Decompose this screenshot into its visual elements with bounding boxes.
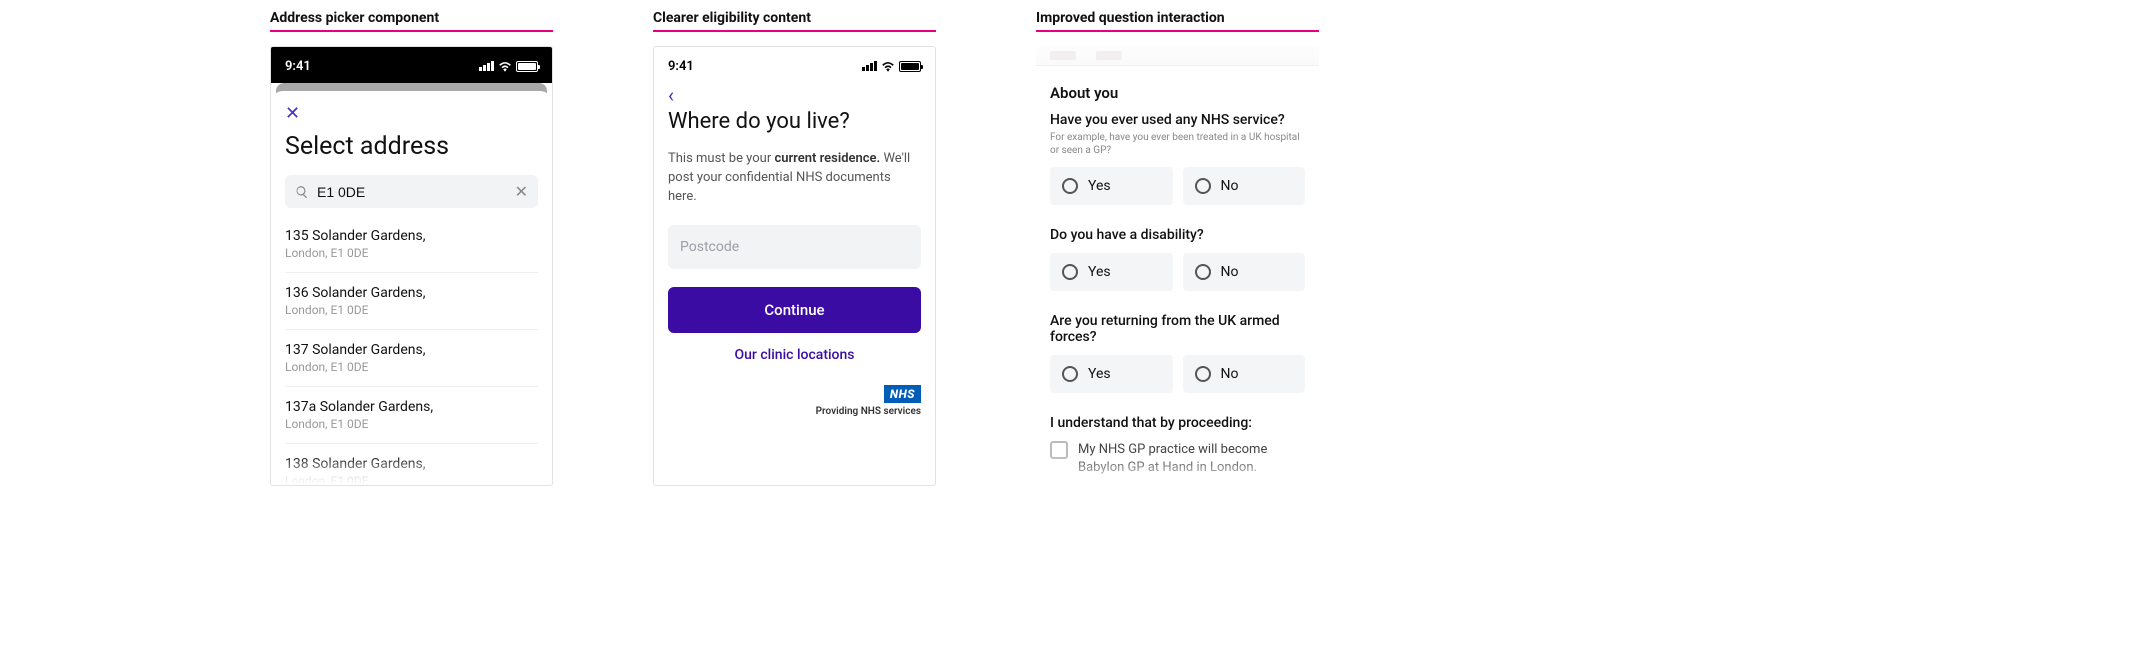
status-time: 9:41: [668, 59, 694, 74]
column-title-2: Clearer eligibility content: [653, 10, 936, 32]
radio-no[interactable]: No: [1183, 167, 1306, 205]
list-item[interactable]: 138 Solander Gardens, London, E1 0DE: [285, 444, 538, 486]
nhs-tagline: Providing NHS services: [668, 406, 921, 417]
radio-label: Yes: [1088, 264, 1111, 280]
wifi-icon: [881, 61, 895, 72]
radio-label: No: [1221, 366, 1239, 382]
radio-no[interactable]: No: [1183, 253, 1306, 291]
status-time: 9:41: [285, 59, 311, 74]
battery-icon: [899, 61, 921, 72]
help-text: This must be your current residence. We'…: [668, 150, 921, 207]
back-icon[interactable]: ‹: [668, 77, 674, 109]
section-heading: About you: [1050, 84, 1305, 102]
column-title-1: Address picker component: [270, 10, 553, 32]
status-bar: 9:41: [271, 47, 552, 77]
footer-text: Official GP address: 123 Lillie Road, Lo…: [1050, 484, 1305, 486]
address-line2: London, E1 0DE: [285, 417, 538, 431]
checkbox[interactable]: [1050, 441, 1068, 459]
address-line1: 135 Solander Gardens,: [285, 228, 538, 244]
radio-icon: [1195, 366, 1211, 382]
radio-no[interactable]: No: [1183, 355, 1306, 393]
address-line1: 137a Solander Gardens,: [285, 399, 538, 415]
phone-mock-2: 9:41 ‹ Where do you live? This must be y…: [653, 46, 936, 486]
address-list: 135 Solander Gardens, London, E1 0DE 136…: [285, 216, 538, 486]
search-input[interactable]: [317, 184, 507, 200]
question-2: Do you have a disability?: [1050, 227, 1305, 243]
status-icons: [862, 61, 921, 72]
header-placeholder: [1036, 46, 1319, 66]
search-input-wrap[interactable]: ✕: [285, 175, 538, 208]
address-line2: London, E1 0DE: [285, 474, 538, 486]
signal-icon: [479, 61, 494, 71]
clear-icon[interactable]: ✕: [515, 182, 528, 201]
close-icon[interactable]: ✕: [285, 101, 300, 132]
list-item[interactable]: 135 Solander Gardens, London, E1 0DE: [285, 216, 538, 273]
address-line1: 138 Solander Gardens,: [285, 456, 538, 472]
search-icon: [295, 185, 309, 199]
list-item[interactable]: 137 Solander Gardens, London, E1 0DE: [285, 330, 538, 387]
list-item[interactable]: 137a Solander Gardens, London, E1 0DE: [285, 387, 538, 444]
radio-icon: [1062, 178, 1078, 194]
status-bar: 9:41: [654, 47, 935, 77]
radio-yes[interactable]: Yes: [1050, 253, 1173, 291]
battery-icon: [516, 61, 538, 72]
list-item[interactable]: 136 Solander Gardens, London, E1 0DE: [285, 273, 538, 330]
page-title: Select address: [285, 132, 538, 161]
question-1-hint: For example, have you ever been treated …: [1050, 131, 1305, 157]
question-3: Are you returning from the UK armed forc…: [1050, 313, 1305, 345]
phone-mock-1: 9:41 ✕ Select address ✕: [270, 46, 553, 486]
phone-mock-3: About you Have you ever used any NHS ser…: [1036, 46, 1319, 486]
address-line2: London, E1 0DE: [285, 303, 538, 317]
clinic-locations-link[interactable]: Our clinic locations: [668, 347, 921, 363]
radio-yes[interactable]: Yes: [1050, 167, 1173, 205]
declaration-heading: I understand that by proceeding:: [1050, 415, 1305, 431]
address-line1: 136 Solander Gardens,: [285, 285, 538, 301]
radio-label: No: [1221, 264, 1239, 280]
continue-button[interactable]: Continue: [668, 287, 921, 333]
address-line2: London, E1 0DE: [285, 360, 538, 374]
radio-label: No: [1221, 178, 1239, 194]
signal-icon: [862, 61, 877, 71]
nhs-logo: NHS: [884, 385, 921, 403]
question-1: Have you ever used any NHS service?: [1050, 112, 1305, 128]
radio-label: Yes: [1088, 366, 1111, 382]
radio-icon: [1195, 178, 1211, 194]
status-icons: [479, 61, 538, 72]
radio-icon: [1195, 264, 1211, 280]
radio-label: Yes: [1088, 178, 1111, 194]
postcode-input[interactable]: Postcode: [668, 225, 921, 269]
nhs-branding: NHS Providing NHS services: [668, 383, 921, 417]
checkbox-label: My NHS GP practice will become Babylon G…: [1078, 441, 1305, 476]
wifi-icon: [498, 61, 512, 72]
column-title-3: Improved question interaction: [1036, 10, 1319, 32]
address-line2: London, E1 0DE: [285, 246, 538, 260]
address-line1: 137 Solander Gardens,: [285, 342, 538, 358]
radio-icon: [1062, 366, 1078, 382]
radio-yes[interactable]: Yes: [1050, 355, 1173, 393]
radio-icon: [1062, 264, 1078, 280]
page-title: Where do you live?: [668, 109, 921, 134]
